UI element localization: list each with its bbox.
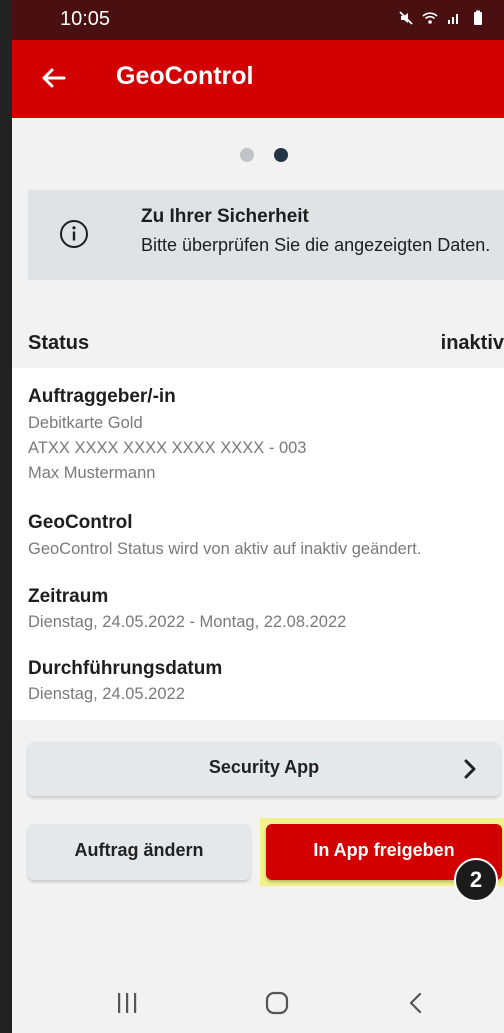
info-title: Zu Ihrer Sicherheit [141, 206, 309, 227]
zeitraum-text: Dienstag, 24.05.2022 - Montag, 22.08.202… [28, 613, 347, 631]
page-indicator [240, 148, 288, 162]
zeitraum-title: Zeitraum [28, 586, 109, 607]
geocontrol-title: GeoControl [28, 512, 133, 533]
auftraggeber-title: Auftraggeber/-in [28, 386, 176, 407]
page-dot-active[interactable] [274, 148, 288, 162]
edit-order-label: Auftrag ändern [74, 840, 204, 860]
security-app-label: Security App [208, 757, 320, 777]
navigation-bar [12, 978, 504, 1033]
status-label: Status [28, 332, 90, 354]
edit-order-button[interactable]: Auftrag ändern [28, 824, 250, 880]
details-section: Auftraggeber/-in Debitkarte Gold ATXX XX… [12, 368, 504, 720]
info-icon [60, 220, 88, 248]
home-icon[interactable] [264, 990, 290, 1016]
status-row: Status inaktiv [12, 324, 504, 364]
wifi-icon [422, 12, 438, 24]
recent-apps-icon[interactable] [116, 990, 138, 1016]
security-app-button[interactable]: Security App [28, 742, 500, 796]
status-value: inaktiv [440, 332, 504, 354]
status-time: 10:05 [60, 8, 111, 30]
page-dot[interactable] [240, 148, 254, 162]
durchfuehrung-title: Durchführungsdatum [28, 658, 223, 679]
phone-frame: 10:05 GeoControl Zu Ihrer Sicherheit Bit… [0, 0, 504, 1033]
chevron-right-icon [464, 759, 476, 779]
arrow-left-icon[interactable] [36, 60, 72, 96]
release-in-app-label: In App freigeben [313, 840, 455, 860]
info-text: Bitte überprüfen Sie die angezeigten Dat… [141, 235, 491, 255]
page-title: GeoControl [116, 62, 254, 90]
durchfuehrung-text: Dienstag, 24.05.2022 [28, 685, 185, 703]
mute-icon [399, 11, 413, 25]
status-bar: 10:05 [12, 0, 504, 40]
main-content: Zu Ihrer Sicherheit Bitte überprüfen Sie… [12, 118, 504, 978]
battery-icon [474, 10, 482, 25]
info-box: Zu Ihrer Sicherheit Bitte überprüfen Sie… [28, 190, 504, 280]
step-badge: 2 [454, 858, 498, 902]
back-icon[interactable] [406, 990, 426, 1016]
card-holder: Max Mustermann [28, 464, 156, 482]
status-icons [398, 10, 486, 26]
app-bar: GeoControl [12, 40, 504, 118]
card-number: ATXX XXXX XXXX XXXX XXXX - 003 [28, 439, 307, 457]
signal-icon [448, 14, 458, 24]
card-type: Debitkarte Gold [28, 414, 143, 432]
geocontrol-text: GeoControl Status wird von aktiv auf ina… [28, 540, 422, 558]
